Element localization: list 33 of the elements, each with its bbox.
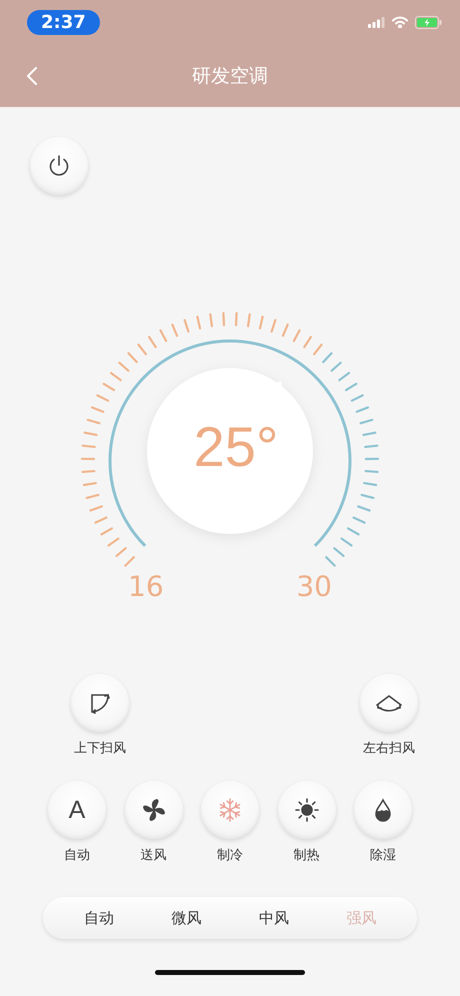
mode-label: 制冷	[217, 847, 243, 864]
vertical-swing-icon	[89, 692, 111, 714]
temperature-value: 25°	[194, 415, 278, 478]
swing-button[interactable]	[71, 674, 129, 732]
min-temperature: 16	[128, 571, 164, 603]
water-drop-icon	[373, 798, 393, 822]
fan-speed-option[interactable]: 中风	[252, 904, 295, 932]
snowflake-icon	[218, 798, 242, 822]
swing-label: 上下扫风	[74, 740, 126, 757]
fan-speed-option[interactable]: 微风	[165, 904, 208, 932]
max-temperature: 30	[296, 571, 332, 603]
swing-button[interactable]	[360, 674, 418, 732]
fan-icon	[142, 798, 166, 822]
wifi-icon	[392, 16, 408, 28]
signal-icon	[368, 16, 385, 28]
mode-button[interactable]	[278, 781, 336, 839]
horizontal-swing-icon	[375, 693, 403, 713]
mode-label: 除湿	[370, 847, 396, 864]
mode-button[interactable]: A	[48, 781, 106, 839]
power-icon	[47, 154, 71, 178]
battery-icon	[415, 16, 442, 28]
auto-letter: A	[68, 796, 86, 824]
mode-label: 制热	[294, 847, 320, 864]
power-button[interactable]	[30, 137, 88, 195]
sun-icon	[294, 798, 318, 822]
mode-label: 送风	[140, 847, 166, 864]
page-title: 研发空调	[192, 64, 268, 88]
mode-button[interactable]	[124, 781, 182, 839]
fan-speed-option[interactable]: 自动	[78, 904, 120, 932]
mode-button[interactable]	[354, 781, 412, 839]
swing-label: 左右扫风	[363, 740, 415, 757]
status-time: 2:37	[27, 10, 100, 34]
mode-label: 自动	[64, 847, 90, 864]
